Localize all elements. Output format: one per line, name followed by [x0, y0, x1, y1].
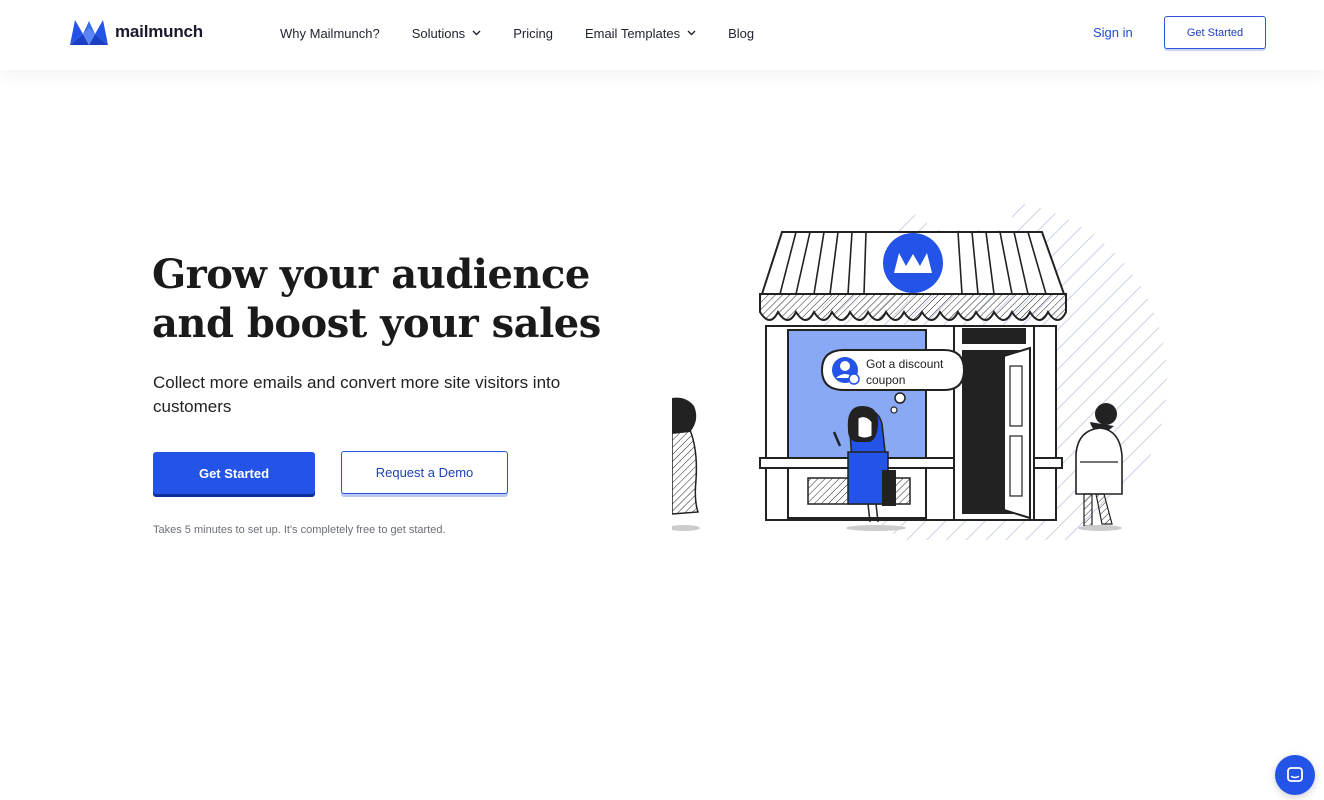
nav-label: Why Mailmunch? — [280, 25, 380, 41]
left-person — [672, 397, 700, 531]
chevron-down-icon — [687, 30, 696, 36]
chat-icon — [1287, 767, 1303, 782]
request-demo-button[interactable]: Request a Demo — [341, 451, 508, 494]
hero-subtitle: Collect more emails and convert more sit… — [153, 373, 561, 416]
nav-blog[interactable]: Blog — [728, 26, 754, 41]
hero-get-started-button[interactable]: Get Started — [153, 452, 315, 494]
nav-solutions[interactable]: Solutions — [412, 26, 481, 41]
nav-label: Solutions — [411, 25, 466, 41]
nav-label: Email Templates — [584, 25, 681, 41]
speech-bubble-line2: coupon — [866, 373, 905, 387]
speech-bubble-line1: Got a discount — [866, 357, 944, 371]
nav-pricing[interactable]: Pricing — [513, 26, 553, 41]
hero-title-line1: Grow your audience — [152, 251, 590, 298]
chat-widget-button[interactable] — [1275, 755, 1315, 795]
sign-in-link[interactable]: Sign in — [1093, 25, 1133, 40]
hero-title-line2: and boost your sales — [152, 300, 601, 347]
nav-why-mailmunch[interactable]: Why Mailmunch? — [280, 26, 380, 41]
hero-title: Grow your audience and boost your sales — [152, 250, 612, 348]
nav-email-templates[interactable]: Email Templates — [585, 26, 696, 41]
mailmunch-logo-icon — [70, 20, 108, 45]
chevron-down-icon — [472, 30, 481, 36]
main-nav: Why Mailmunch? Solutions Pricing Email T… — [280, 24, 786, 42]
hero-note: Takes 5 minutes to set up. It's complete… — [153, 524, 446, 536]
storefront-illustration: Got a discount coupon — [672, 200, 1167, 540]
brand-name: mailmunch — [115, 22, 203, 41]
nav-label: Pricing — [513, 25, 553, 41]
nav-label: Blog — [728, 25, 755, 41]
site-header: mailmunch Why Mailmunch? Solutions Prici… — [0, 0, 1324, 70]
header-get-started-button[interactable]: Get Started — [1164, 16, 1266, 49]
brand-logo[interactable]: mailmunch — [69, 17, 203, 47]
